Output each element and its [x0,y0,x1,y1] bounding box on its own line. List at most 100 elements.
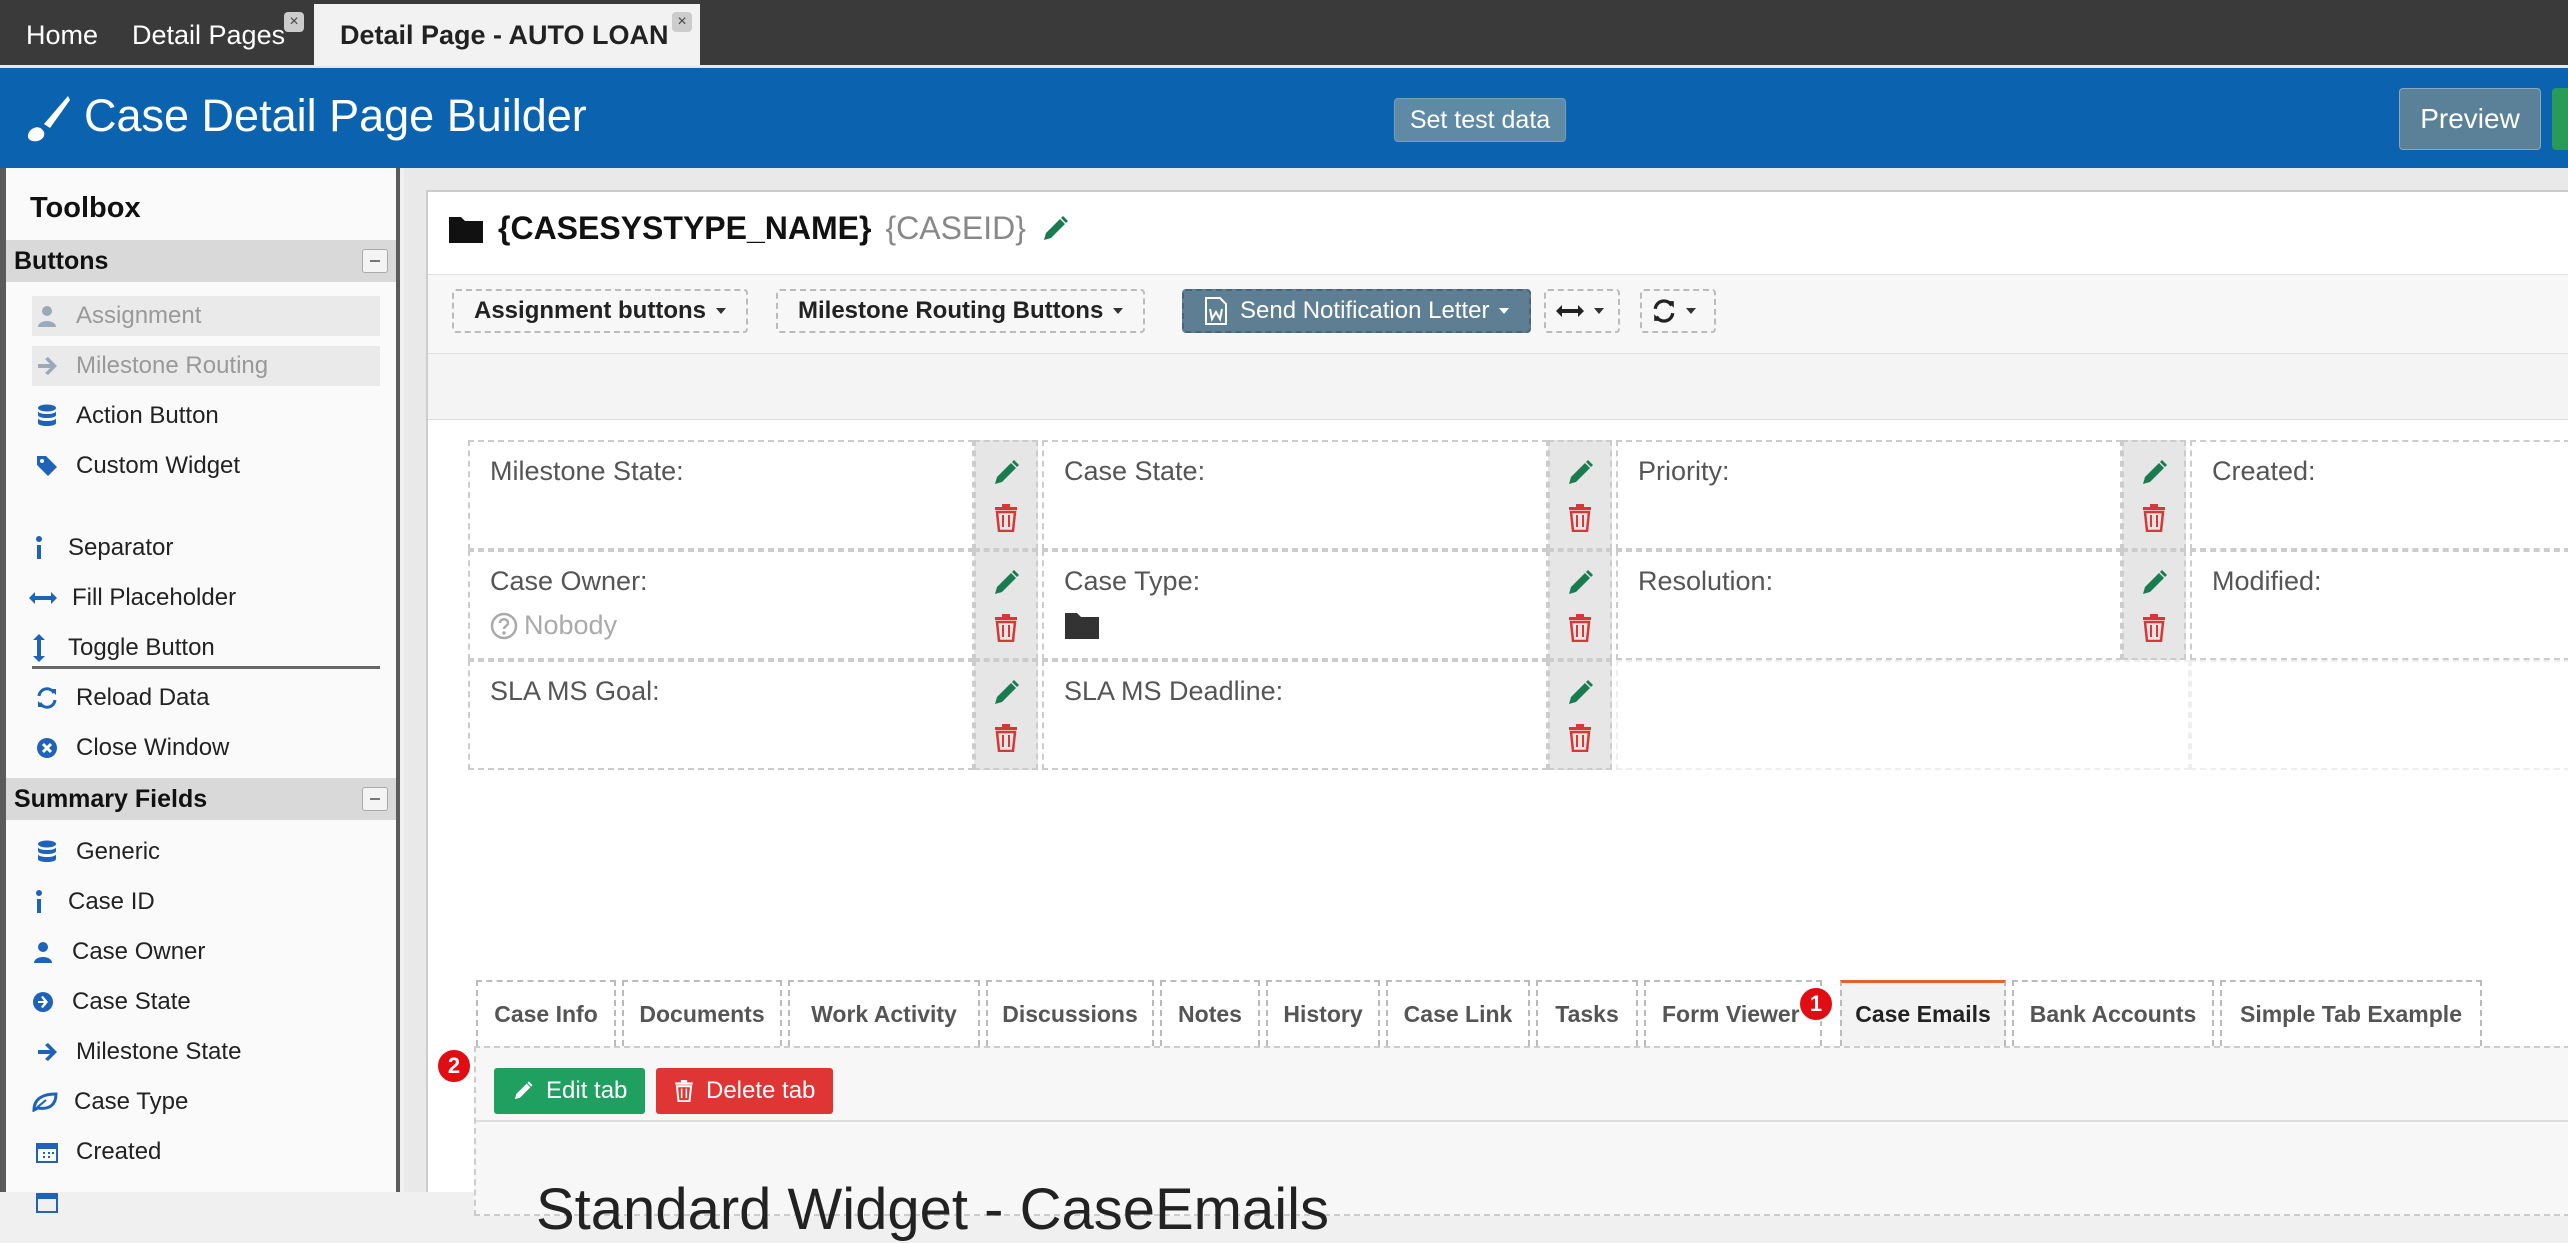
tag-icon [32,455,62,477]
close-icon[interactable]: × [672,12,692,32]
vertical-dots-icon [24,536,54,560]
toolbox-item-separator[interactable]: Separator [24,528,173,568]
toolbox-item-fill-placeholder[interactable]: Fill Placeholder [28,578,236,618]
trash-icon[interactable] [994,614,1018,642]
field-priority[interactable]: Priority: [1616,440,2122,550]
field-sla-ms-goal[interactable]: SLA MS Goal: [468,660,974,770]
field-created[interactable]: Created: [2190,440,2568,550]
tab-discussions[interactable]: Discussions [986,980,1154,1046]
save-button[interactable] [2552,88,2568,150]
tab-work-activity[interactable]: Work Activity [788,980,980,1046]
toolbox-item-action-button[interactable]: Action Button [32,396,219,436]
field-modified[interactable]: Modified: [2190,550,2568,660]
step-badge-1: 1 [1798,986,1834,1022]
toolbox-item-case-type[interactable]: Case Type [30,1082,188,1122]
tab-detail-page-auto-loan[interactable]: Detail Page - AUTO LOAN [314,4,700,66]
field-case-type[interactable]: Case Type: [1042,550,1548,660]
tab-form-viewer[interactable]: Form Viewer [1644,980,1822,1046]
toolbox-item-case-state[interactable]: Case State [28,982,191,1022]
case-title: {CASESYSTYPE_NAME} {CASEID} [448,210,1070,247]
set-test-data-button[interactable]: Set test data [1394,98,1566,142]
toolbox-item-milestone-routing[interactable]: Milestone Routing [32,346,380,386]
user-icon [32,305,62,327]
field-actions [974,440,1038,550]
calendar-icon [32,1191,62,1213]
toolbox-item-toggle-button[interactable]: Toggle Button [24,628,215,668]
assignment-buttons-dropdown[interactable]: Assignment buttons [452,289,748,333]
question-circle-icon [490,612,518,639]
preview-button[interactable]: Preview [2399,88,2541,150]
tab-case-link[interactable]: Case Link [1386,980,1530,1046]
edit-icon[interactable] [1040,214,1070,244]
toolbox-item-reload-data[interactable]: Reload Data [32,678,209,718]
edit-icon[interactable] [1565,678,1595,708]
collapse-icon[interactable] [362,249,388,273]
edit-icon[interactable] [1565,568,1595,598]
collapse-icon[interactable] [362,787,388,811]
page-header: Case Detail Page Builder Set test data P… [0,68,2568,168]
edit-icon[interactable] [991,568,1021,598]
trash-icon[interactable] [1568,504,1592,532]
trash-icon[interactable] [2142,614,2166,642]
toolbox-item-custom-widget[interactable]: Custom Widget [32,446,240,486]
edit-icon[interactable] [1565,458,1595,488]
reload-dropdown[interactable] [1640,289,1716,333]
step-badge-2: 2 [436,1048,472,1084]
field-resolution[interactable]: Resolution: [1616,550,2122,660]
caret-down-icon [716,308,726,314]
trash-icon[interactable] [994,724,1018,752]
section-summary-label: Summary Fields [14,784,208,813]
case-type-name: {CASESYSTYPE_NAME} [498,210,872,246]
toolbox-item-case-owner[interactable]: Case Owner [28,932,205,972]
trash-icon[interactable] [994,504,1018,532]
arrow-circle-icon [28,991,58,1013]
word-document-icon [1205,297,1227,325]
tab-bank-accounts[interactable]: Bank Accounts [2012,980,2214,1046]
tab-action-bar: Edit tab Delete tab [476,1048,2568,1122]
tab-case-info[interactable]: Case Info [476,980,616,1046]
milestone-routing-dropdown[interactable]: Milestone Routing Buttons [776,289,1146,333]
tab-documents[interactable]: Documents [622,980,782,1046]
field-sla-ms-deadline[interactable]: SLA MS Deadline: [1042,660,1548,770]
close-icon[interactable]: × [284,12,304,32]
app-tab-strip: Home Detail Pages × Detail Page - AUTO L… [0,0,2568,68]
section-buttons[interactable]: Buttons [6,240,396,282]
trash-icon[interactable] [1568,724,1592,752]
tab-tasks[interactable]: Tasks [1536,980,1638,1046]
edit-icon[interactable] [991,458,1021,488]
toolbox-item-case-id[interactable]: Case ID [24,882,155,922]
toolbox-item-next[interactable] [32,1182,76,1222]
case-button-row: Assignment buttons Milestone Routing But… [428,274,2568,354]
trash-icon[interactable] [1568,614,1592,642]
field-actions [2122,440,2186,550]
tab-history[interactable]: History [1266,980,1380,1046]
field-actions [1548,440,1612,550]
tab-notes[interactable]: Notes [1160,980,1260,1046]
fill-placeholder-dropdown[interactable] [1544,289,1620,333]
edit-icon[interactable] [991,678,1021,708]
field-case-owner[interactable]: Case Owner: Nobody [468,550,974,660]
builder-canvas: {CASESYSTYPE_NAME} {CASEID} Assignment b… [404,168,2568,1242]
tab-detail-pages[interactable]: Detail Pages [106,4,311,66]
toolbox-item-assignment[interactable]: Assignment [32,296,380,336]
tab-simple-tab-example[interactable]: Simple Tab Example [2220,980,2482,1046]
toolbox-item-generic[interactable]: Generic [32,832,160,872]
trash-icon[interactable] [2142,504,2166,532]
section-summary-fields[interactable]: Summary Fields [6,778,396,820]
case-detail-panel: {CASESYSTYPE_NAME} {CASEID} Assignment b… [426,190,2568,1242]
toolbox-item-milestone-state[interactable]: Milestone State [32,1032,241,1072]
field-milestone-state[interactable]: Milestone State: [468,440,974,550]
toolbox-item-close-window[interactable]: Close Window [32,728,229,768]
toolbox-item-created[interactable]: Created [32,1132,161,1172]
database-icon [32,404,62,428]
edit-icon[interactable] [2139,568,2169,598]
edit-icon[interactable] [2139,458,2169,488]
tab-detail-pages-label: Detail Pages [132,19,286,50]
arrow-right-icon [32,1042,62,1062]
field-case-state[interactable]: Case State: [1042,440,1548,550]
edit-tab-button[interactable]: Edit tab [494,1068,646,1114]
send-notification-letter-dropdown[interactable]: Send Notification Letter [1182,289,1532,333]
tab-case-emails[interactable]: Case Emails [1840,980,2006,1046]
caret-down-icon [1113,308,1124,314]
delete-tab-button[interactable]: Delete tab [656,1068,834,1114]
